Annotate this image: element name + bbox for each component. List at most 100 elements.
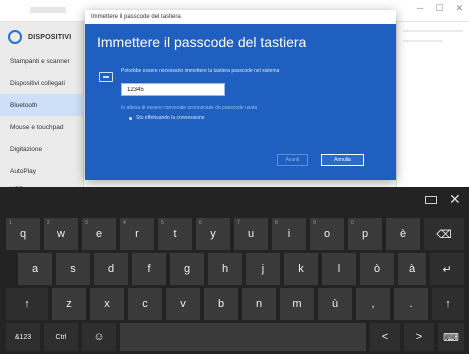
- sidebar-section-title: DISPOSITIVI: [28, 33, 72, 41]
- key-t[interactable]: 5t: [158, 218, 192, 250]
- window-controls: ─ ☐ ✕: [417, 3, 463, 14]
- key-o-grave[interactable]: ò: [360, 253, 394, 285]
- key-y[interactable]: 6y: [196, 218, 230, 250]
- sidebar-item-mouse[interactable]: Mouse e touchpad: [0, 116, 84, 138]
- key-z[interactable]: z: [52, 288, 86, 320]
- key-u-grave[interactable]: ù: [318, 288, 352, 320]
- key-label: w: [57, 228, 65, 240]
- key-label: m: [292, 298, 302, 310]
- key-r[interactable]: 4r: [120, 218, 154, 250]
- shift-icon-right[interactable]: ↑: [432, 288, 464, 320]
- shift-icon[interactable]: ↑: [6, 288, 48, 320]
- key-f[interactable]: f: [132, 253, 166, 285]
- key-label: r: [135, 228, 139, 240]
- key-q[interactable]: 1q: [6, 218, 40, 250]
- key-j[interactable]: j: [246, 253, 280, 285]
- sidebar-item-autoplay[interactable]: AutoPlay: [0, 160, 84, 182]
- key-label: ↑: [24, 298, 30, 310]
- cancel-button[interactable]: Annulla: [321, 154, 364, 166]
- spacebar[interactable]: [120, 323, 366, 351]
- ctrl-key[interactable]: Ctrl: [44, 323, 78, 351]
- key-n[interactable]: n: [242, 288, 276, 320]
- keyboard-switch-icon[interactable]: ⌨: [438, 323, 464, 351]
- key-o[interactable]: 9o: [310, 218, 344, 250]
- key-label: à: [408, 263, 416, 275]
- key-sub-label: 4: [123, 220, 126, 226]
- dialog-description: Potrebbe essere necessario immettere la …: [121, 68, 280, 74]
- minimize-icon[interactable]: ─: [417, 3, 423, 14]
- sidebar-item-printers[interactable]: Stampanti e scanner: [0, 50, 84, 72]
- key-label: d: [107, 263, 115, 275]
- key-label: l: [337, 263, 341, 275]
- key-label: u: [247, 228, 255, 240]
- key-label: o: [323, 228, 331, 240]
- gear-icon: [8, 30, 22, 44]
- key-b[interactable]: b: [204, 288, 238, 320]
- backspace-icon[interactable]: ⌫: [424, 218, 464, 250]
- key-d[interactable]: d: [94, 253, 128, 285]
- arrow-left-icon[interactable]: <: [370, 323, 400, 351]
- passcode-input[interactable]: [121, 83, 225, 96]
- key-i[interactable]: 8i: [272, 218, 306, 250]
- key-e-grave[interactable]: è: [386, 218, 420, 250]
- key-w[interactable]: 2w: [44, 218, 78, 250]
- key-label: b: [217, 298, 225, 310]
- arrow-right-icon[interactable]: >: [404, 323, 434, 351]
- key-s[interactable]: s: [56, 253, 90, 285]
- window-close-icon[interactable]: ✕: [455, 3, 463, 14]
- key-v[interactable]: v: [166, 288, 200, 320]
- key-a[interactable]: a: [18, 253, 52, 285]
- key-label: j: [261, 263, 265, 275]
- key-label: ⌨: [443, 331, 459, 344]
- key-g[interactable]: g: [170, 253, 204, 285]
- key-comma[interactable]: ,: [356, 288, 390, 320]
- key-label: ù: [331, 298, 339, 310]
- key-label: >: [415, 331, 423, 343]
- key-label: c: [142, 298, 148, 310]
- key-a-grave[interactable]: à: [398, 253, 426, 285]
- key-u[interactable]: 7u: [234, 218, 268, 250]
- settings-title-placeholder: [30, 7, 66, 13]
- right-panel-line: [403, 30, 463, 32]
- dialog-hint: In attesa di essere convocate sconosciut…: [121, 105, 258, 111]
- key-c[interactable]: c: [128, 288, 162, 320]
- key-sub-label: 5: [161, 220, 164, 226]
- key-l[interactable]: l: [322, 253, 356, 285]
- key-e[interactable]: 3e: [82, 218, 116, 250]
- key-k[interactable]: k: [284, 253, 318, 285]
- sidebar-item-connected-devices[interactable]: Dispositivi collegati: [0, 72, 84, 94]
- key-label: è: [399, 228, 407, 240]
- key-sub-label: 0: [351, 220, 354, 226]
- key-label: i: [287, 228, 291, 240]
- sidebar-item-typing[interactable]: Digitazione: [0, 138, 84, 160]
- keyboard-top-bar: ✕: [0, 187, 469, 213]
- progress-dot-icon: [129, 116, 132, 120]
- key-h[interactable]: h: [208, 253, 242, 285]
- key-period[interactable]: .: [394, 288, 428, 320]
- passcode-dialog: Immettere il passcode del tastiera Immet…: [85, 10, 396, 180]
- dialog-window-title: Immettere il passcode del tastiera: [91, 14, 181, 20]
- sidebar-item-bluetooth[interactable]: Bluetooth: [0, 94, 84, 116]
- maximize-icon[interactable]: ☐: [435, 3, 443, 14]
- key-x[interactable]: x: [90, 288, 124, 320]
- key-label: x: [104, 298, 110, 310]
- key-label: p: [361, 228, 369, 240]
- key-label: <: [381, 331, 389, 343]
- close-icon[interactable]: ✕: [449, 189, 461, 209]
- dialog-titlebar: Immettere il passcode del tastiera: [85, 10, 396, 24]
- enter-icon[interactable]: ↵: [430, 253, 464, 285]
- key-m[interactable]: m: [280, 288, 314, 320]
- key-label: v: [180, 298, 186, 310]
- key-label: g: [183, 263, 191, 275]
- right-panel-line: [403, 40, 443, 42]
- key-label: s: [70, 263, 76, 275]
- key-p[interactable]: 0p: [348, 218, 382, 250]
- symbols-key[interactable]: &123: [6, 323, 40, 351]
- key-label: f: [147, 263, 151, 275]
- key-label: ↑: [445, 298, 451, 310]
- emoji-icon[interactable]: ☺: [82, 323, 116, 351]
- next-button[interactable]: Avanti: [277, 154, 308, 166]
- touch-keyboard: ✕ 1q 2w 3e 4r 5t 6y 7u 8i 9o 0p è ⌫ a s …: [0, 187, 469, 354]
- key-sub-label: 8: [275, 220, 278, 226]
- keyboard-icon[interactable]: [425, 196, 437, 204]
